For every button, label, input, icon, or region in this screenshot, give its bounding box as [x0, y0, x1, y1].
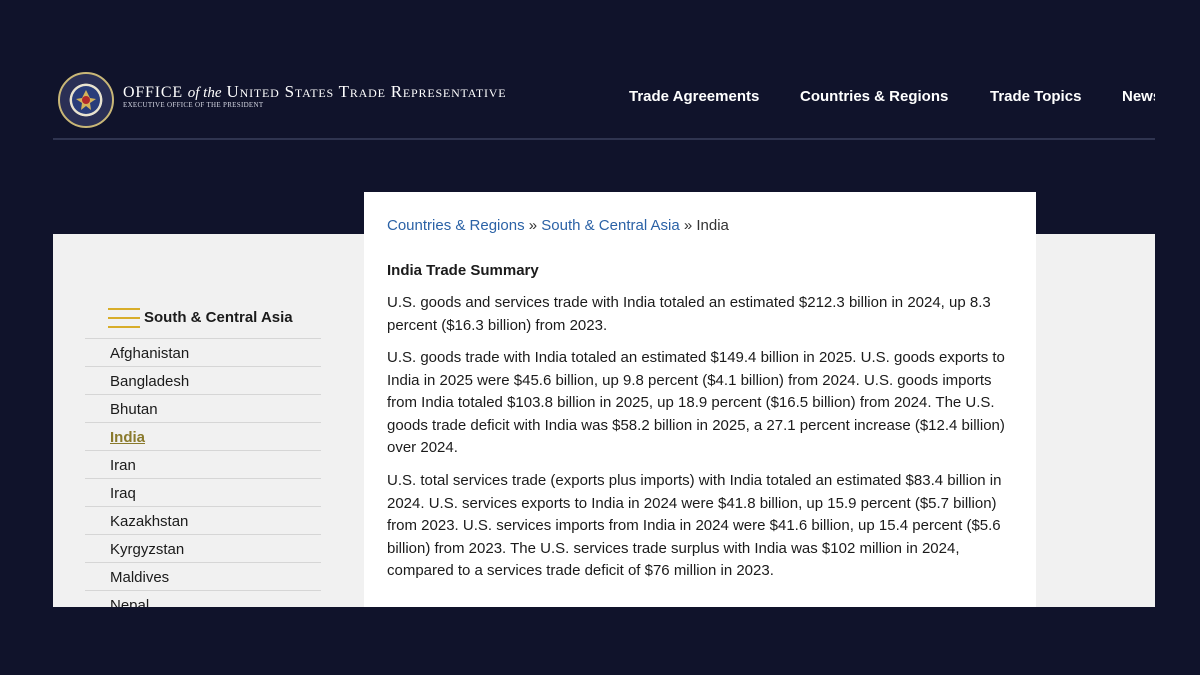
sidebar-item-bangladesh[interactable]: Bangladesh	[85, 366, 321, 394]
site-header: Office of the United States Trade Repres…	[53, 68, 1155, 138]
sidebar-item-label[interactable]: Kazakhstan	[110, 513, 188, 530]
summary-paragraph-overview: U.S. goods and services trade with India…	[387, 294, 991, 334]
breadcrumb-current: India	[696, 217, 729, 234]
breadcrumb-separator: »	[524, 217, 542, 234]
sidebar-item-maldives[interactable]: Maldives	[85, 562, 321, 590]
sidebar-item-label[interactable]: Kyrgyzstan	[110, 541, 184, 558]
sidebar-item-iraq[interactable]: Iraq	[85, 478, 321, 506]
main-content-card: Countries & Regions » South & Central As…	[364, 192, 1036, 607]
breadcrumb-countries-regions[interactable]: Countries & Regions	[387, 217, 525, 234]
sidebar-heading-label: South & Central Asia	[144, 309, 293, 326]
breadcrumb: Countries & Regions » South & Central As…	[387, 217, 729, 234]
header-divider	[53, 138, 1155, 140]
sidebar-item-label[interactable]: Bangladesh	[110, 373, 189, 390]
sidebar-item-label[interactable]: Bhutan	[110, 401, 158, 418]
hamburger-icon[interactable]	[108, 308, 140, 330]
nav-countries-regions[interactable]: Countries & Regions	[800, 88, 948, 105]
sidebar-item-iran[interactable]: Iran	[85, 450, 321, 478]
sidebar-country-list: Afghanistan Bangladesh Bhutan India Iran…	[85, 338, 321, 607]
sidebar-item-label[interactable]: Afghanistan	[110, 345, 189, 362]
sidebar-item-bhutan[interactable]: Bhutan	[85, 394, 321, 422]
sidebar-item-afghanistan[interactable]: Afghanistan	[85, 338, 321, 366]
sidebar-item-label[interactable]: India	[110, 429, 145, 446]
sidebar-item-label[interactable]: Nepal	[110, 597, 149, 607]
sidebar-item-nepal[interactable]: Nepal	[85, 590, 321, 607]
sidebar-item-kazakhstan[interactable]: Kazakhstan	[85, 506, 321, 534]
nav-news[interactable]: News	[1122, 88, 1155, 105]
page-title: India Trade Summary	[387, 262, 539, 279]
sidebar-heading: South & Central Asia	[108, 307, 328, 331]
browser-viewport: Office of the United States Trade Repres…	[53, 68, 1155, 607]
main-nav: Trade Agreements Countries & Regions Tra…	[53, 88, 1155, 108]
nav-trade-topics[interactable]: Trade Topics	[990, 88, 1081, 105]
summary-paragraph-services: U.S. total services trade (exports plus …	[387, 472, 1002, 579]
sidebar-item-label[interactable]: Iraq	[110, 485, 136, 502]
sidebar-item-label[interactable]: Iran	[110, 457, 136, 474]
breadcrumb-south-central-asia[interactable]: South & Central Asia	[541, 217, 679, 234]
sidebar-item-india[interactable]: India	[85, 422, 321, 450]
sidebar-item-kyrgyzstan[interactable]: Kyrgyzstan	[85, 534, 321, 562]
nav-trade-agreements[interactable]: Trade Agreements	[629, 88, 759, 105]
summary-paragraph-goods: U.S. goods trade with India totaled an e…	[387, 349, 1005, 456]
breadcrumb-separator: »	[679, 217, 697, 234]
sidebar-item-label[interactable]: Maldives	[110, 569, 169, 586]
